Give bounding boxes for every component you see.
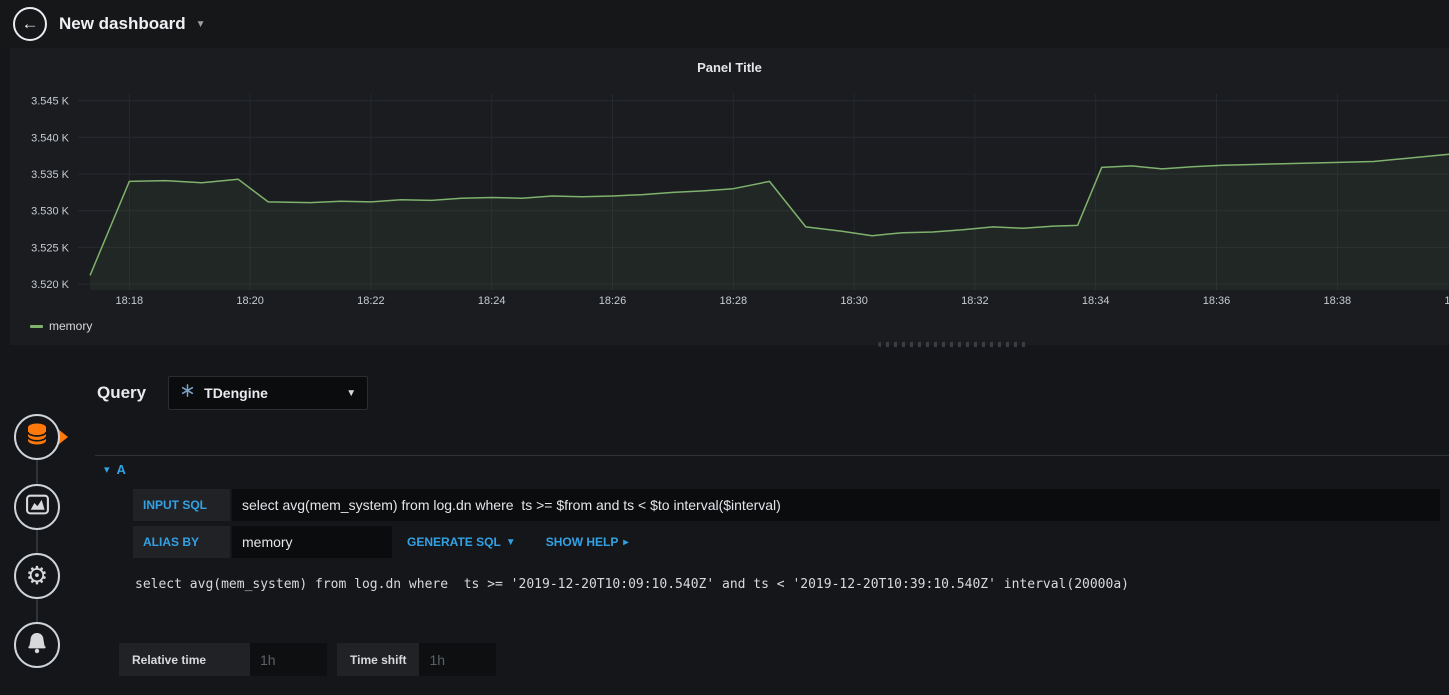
generate-sql-button[interactable]: GENERATE SQL ▼ [392, 526, 531, 558]
tab-visualization[interactable] [14, 484, 60, 530]
svg-text:3.540 K: 3.540 K [31, 132, 70, 144]
edit-tabs-rail: ⚙ [0, 360, 78, 695]
svg-text:18:20: 18:20 [236, 295, 264, 307]
chevron-down-icon[interactable]: ▼ [196, 19, 206, 30]
input-sql-row: INPUT SQL [133, 489, 1440, 521]
time-series-chart[interactable]: 3.520 K 3.525 K 3.530 K 3.535 K 3.540 K 3.545… [10, 86, 1449, 314]
arrow-left-icon: ← [21, 14, 39, 33]
query-form: INPUT SQL ALIAS BY GENERATE SQL ▼ SHOW H… [133, 489, 1440, 592]
chevron-down-icon: ▼ [505, 536, 516, 548]
panel-title[interactable]: Panel Title [10, 48, 1449, 86]
back-button[interactable]: ← [13, 7, 47, 41]
graph-image-icon [25, 492, 50, 522]
svg-text:18:38: 18:38 [1324, 295, 1352, 307]
bell-icon [26, 631, 48, 660]
show-help-button[interactable]: SHOW HELP ▸ [531, 526, 644, 558]
svg-text:3.530 K: 3.530 K [31, 206, 70, 218]
generate-sql-label: GENERATE SQL [407, 535, 501, 549]
svg-text:18:40: 18:40 [1444, 295, 1449, 307]
svg-text:18:36: 18:36 [1203, 295, 1231, 307]
svg-text:18:34: 18:34 [1082, 295, 1110, 307]
query-header: Query TDengine ▼ [97, 376, 369, 410]
svg-text:18:18: 18:18 [116, 295, 144, 307]
alias-by-label: ALIAS BY [133, 526, 230, 558]
query-section-title: Query [97, 383, 147, 402]
gear-icon: ⚙ [25, 561, 49, 590]
time-shift-label: Time shift [337, 643, 420, 676]
graph-panel: Panel Title 3.520 K 3.525 K 3.530 K 3.535 K… [10, 48, 1449, 345]
datasource-select[interactable]: TDengine ▼ [168, 376, 369, 410]
alias-by-row: ALIAS BY GENERATE SQL ▼ SHOW HELP ▸ [133, 526, 1440, 558]
tab-general-settings[interactable]: ⚙ [14, 553, 60, 599]
query-row-letter: A [116, 462, 126, 477]
top-nav: ← New dashboard ▼ [0, 0, 1449, 48]
chevron-right-icon: ▸ [623, 536, 629, 548]
svg-text:18:26: 18:26 [599, 295, 627, 307]
query-time-options: Relative time Time shift [119, 643, 497, 676]
svg-text:18:24: 18:24 [478, 295, 506, 307]
chart-legend: memory [30, 319, 92, 333]
input-sql-label: INPUT SQL [133, 489, 230, 521]
alias-by-field[interactable] [232, 526, 392, 558]
horizontal-scrollbar[interactable] [878, 342, 1030, 347]
svg-text:18:28: 18:28 [720, 295, 748, 307]
svg-text:3.525 K: 3.525 K [31, 242, 70, 254]
show-help-label: SHOW HELP [545, 535, 619, 549]
svg-text:18:32: 18:32 [961, 295, 989, 307]
svg-text:18:30: 18:30 [840, 295, 868, 307]
relative-time-input[interactable] [250, 643, 327, 676]
chevron-down-icon: ▼ [346, 387, 357, 399]
time-shift-input[interactable] [419, 643, 497, 676]
svg-text:3.545 K: 3.545 K [31, 96, 70, 108]
tab-queries[interactable] [14, 414, 60, 460]
collapse-caret-icon: ▾ [104, 464, 110, 476]
svg-text:18:22: 18:22 [357, 295, 385, 307]
tab-alert[interactable] [14, 622, 60, 668]
tdengine-logo-icon [180, 383, 195, 403]
relative-time-label: Relative time [119, 643, 250, 676]
generated-sql-preview: select avg(mem_system) from log.dn where… [135, 577, 1129, 592]
legend-series-label[interactable]: memory [49, 319, 92, 333]
query-editor-section: Query TDengine ▼ ▾ A INPUT SQL select av… [85, 360, 1449, 695]
database-icon [25, 422, 49, 453]
input-sql-field[interactable] [232, 489, 1440, 521]
svg-text:3.520 K: 3.520 K [31, 279, 70, 291]
query-row-header[interactable]: ▾ A [95, 455, 1449, 483]
datasource-name: TDengine [204, 385, 268, 401]
legend-series-color [30, 324, 43, 328]
grafana-app: ← New dashboard ▼ Panel Title 3.520 K 3.5… [0, 0, 1449, 695]
dashboard-title[interactable]: New dashboard [59, 14, 186, 34]
svg-text:3.535 K: 3.535 K [31, 169, 70, 181]
